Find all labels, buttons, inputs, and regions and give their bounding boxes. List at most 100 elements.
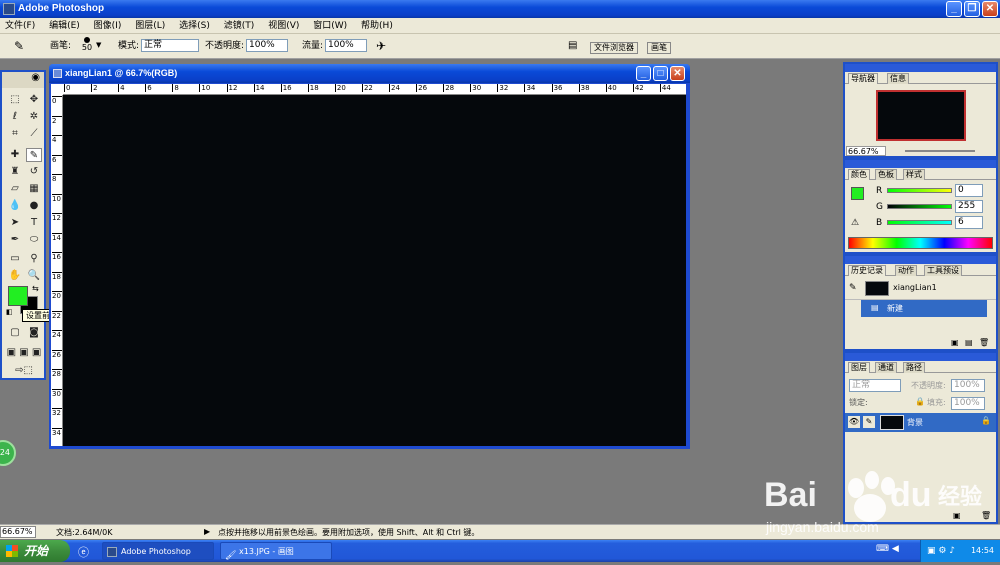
magic-wand-tool-icon[interactable]: ✲ (26, 110, 42, 124)
zoom-tool-icon[interactable]: 🔍 (26, 269, 42, 283)
doc-minimize-button[interactable]: _ (636, 66, 651, 81)
tab-swatches[interactable]: 色板 (875, 169, 897, 180)
screen-mode-icon[interactable]: ▣ ▣ ▣ (5, 346, 43, 360)
history-snapshot[interactable]: ✎ xiangLian1 (845, 278, 996, 300)
tray-network-icon[interactable]: ▣ ⚙ ♪ (927, 540, 955, 562)
jump-to-imageready-icon[interactable]: ⇨⬚ (7, 364, 41, 378)
vertical-ruler[interactable]: 0 2 4 6 8 10 12 14 16 18 20 22 24 26 28 30 32 34 (51, 95, 63, 446)
panel-titlebar[interactable] (845, 256, 996, 264)
status-zoom[interactable]: 66.67% (0, 526, 36, 538)
tab-channels[interactable]: 通道 (875, 362, 897, 373)
horizontal-ruler[interactable]: 0 2 4 6 8 10 12 14 16 18 20 22 24 26 28 30 32 34 36 38 40 42 4… (63, 84, 686, 95)
blue-slider[interactable] (887, 220, 952, 225)
dodge-tool-icon[interactable]: ● (26, 199, 42, 213)
flow-field[interactable]: 100% (325, 39, 367, 52)
type-tool-icon[interactable]: T (26, 216, 42, 230)
minimize-button[interactable]: _ (946, 1, 962, 17)
quick-mask-mode-icon[interactable]: ◙ (26, 326, 42, 340)
swap-colors-icon[interactable]: ⇆ (32, 284, 39, 293)
blur-tool-icon[interactable]: 💧 (7, 199, 23, 213)
task-paint[interactable]: 🖌 x13.JPG - 画图 (220, 542, 332, 561)
tab-tool-presets[interactable]: 工具预设 (924, 265, 962, 276)
standard-mode-icon[interactable]: ▢ (7, 326, 23, 340)
mode-select[interactable]: 正常 (141, 39, 199, 52)
crop-tool-icon[interactable]: ⌗ (7, 127, 23, 141)
red-slider[interactable] (887, 188, 952, 193)
tab-actions[interactable]: 动作 (895, 265, 917, 276)
menu-help[interactable]: 帮助(H) (361, 18, 393, 34)
fill-field[interactable]: 100% (951, 397, 985, 410)
doc-close-button[interactable]: ✕ (670, 66, 685, 81)
dock-tab-brushes[interactable]: 画笔 (647, 42, 671, 54)
close-button[interactable]: ✕ (982, 1, 998, 17)
green-slider[interactable] (887, 204, 952, 209)
move-tool-icon[interactable]: ✥ (26, 93, 42, 107)
navigator-thumbnail[interactable] (876, 90, 966, 141)
marquee-tool-icon[interactable]: ⬚ (7, 93, 23, 107)
eyedropper-tool-icon[interactable]: ⚲ (26, 252, 42, 266)
panel-titlebar[interactable] (845, 160, 996, 168)
panel-titlebar[interactable] (845, 353, 996, 361)
layer-opacity-field[interactable]: 100% (951, 379, 985, 392)
chevron-down-icon[interactable]: ▼ (96, 41, 101, 49)
menu-edit[interactable]: 编辑(E) (49, 18, 80, 34)
green-field[interactable]: 255 (955, 200, 983, 213)
document-titlebar[interactable]: xiangLian1 @ 66.7%(RGB) _ □ ✕ (49, 64, 690, 83)
new-snapshot-icon[interactable]: ▤ (965, 338, 973, 347)
menu-filter[interactable]: 滤镜(T) (224, 18, 255, 34)
tab-history[interactable]: 历史记录 (848, 265, 886, 276)
tab-paths[interactable]: 路径 (903, 362, 925, 373)
progress-badge[interactable]: 24 (0, 440, 16, 466)
history-item[interactable]: ▤ 新建 (861, 300, 987, 317)
task-photoshop[interactable]: Adobe Photoshop (102, 542, 214, 560)
gradient-tool-icon[interactable]: ▦ (26, 182, 42, 196)
airbrush-icon[interactable]: ✈ (376, 39, 386, 53)
menu-image[interactable]: 图像(I) (94, 18, 122, 34)
red-field[interactable]: 0 (955, 184, 983, 197)
menu-layer[interactable]: 图层(L) (135, 18, 165, 34)
tab-layers[interactable]: 图层 (848, 362, 870, 373)
eye-icon[interactable]: 👁 (848, 416, 860, 428)
warning-icon[interactable]: ⚠ (851, 218, 859, 228)
panel-foreground-swatch[interactable] (851, 187, 864, 200)
language-bar-icon[interactable]: ⌨ ◀ (876, 544, 899, 554)
brush-link-icon[interactable]: ✎ (863, 416, 875, 428)
healing-brush-tool-icon[interactable]: ✚ (7, 148, 23, 162)
blend-mode-select[interactable]: 正常 (849, 379, 901, 392)
shape-tool-icon[interactable]: ⬭ (26, 233, 42, 247)
menu-file[interactable]: 文件(F) (5, 18, 35, 34)
blue-field[interactable]: 6 (955, 216, 983, 229)
history-brush-source-icon[interactable]: ✎ (849, 283, 857, 293)
brush-tool-icon[interactable]: ✎ (14, 39, 24, 53)
ruler-origin[interactable] (51, 84, 63, 95)
history-brush-tool-icon[interactable]: ↺ (26, 165, 42, 179)
brush-preset-picker[interactable]: 50 (80, 37, 94, 55)
lock-icon[interactable]: 🔒 (915, 397, 925, 406)
color-ramp[interactable] (848, 237, 993, 249)
tab-color[interactable]: 颜色 (848, 169, 870, 180)
clock[interactable]: 14:54 (971, 546, 994, 555)
pen-tool-icon[interactable]: ✒ (7, 233, 23, 247)
layer-row[interactable]: 👁 ✎ 背景 🔒 (845, 413, 996, 432)
tab-styles[interactable]: 样式 (903, 169, 925, 180)
trash-icon[interactable]: 🗑 (979, 338, 989, 347)
tab-info[interactable]: 信息 (887, 73, 909, 84)
lasso-tool-icon[interactable]: ℓ (7, 110, 23, 124)
canvas[interactable] (63, 95, 686, 446)
tab-navigator[interactable]: 导航器 (848, 73, 878, 84)
palette-well-icon[interactable]: ▤ (568, 40, 577, 51)
path-selection-tool-icon[interactable]: ➤ (7, 216, 23, 230)
menu-view[interactable]: 视图(V) (268, 18, 299, 34)
new-document-from-state-icon[interactable]: ▣ (951, 338, 959, 347)
menu-window[interactable]: 窗口(W) (313, 18, 347, 34)
panel-titlebar[interactable] (845, 64, 996, 72)
status-arrow-icon[interactable]: ▶ (204, 527, 210, 536)
hand-tool-icon[interactable]: ✋ (7, 269, 23, 283)
brush-tool-icon[interactable]: ✎ (26, 148, 42, 162)
eraser-tool-icon[interactable]: ▱ (7, 182, 23, 196)
notes-tool-icon[interactable]: ▭ (7, 252, 23, 266)
zoom-slider[interactable] (905, 150, 975, 152)
navigator-zoom[interactable]: 66.67% (846, 146, 886, 156)
start-button[interactable]: 开始 (0, 540, 70, 562)
quicklaunch-ie-icon[interactable]: ⓔ (78, 544, 89, 560)
